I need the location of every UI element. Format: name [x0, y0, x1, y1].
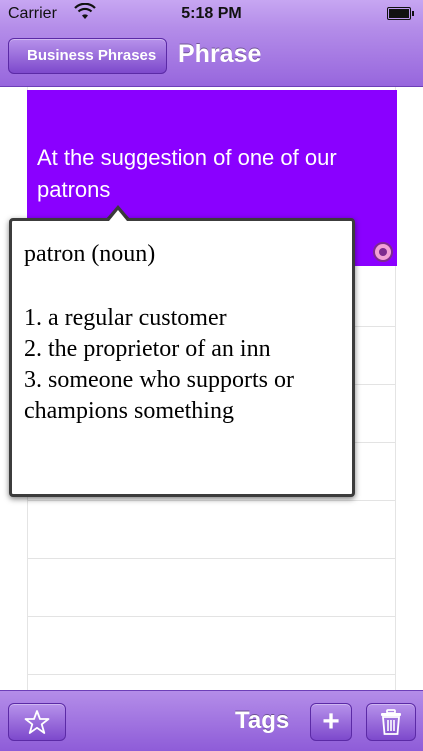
- trash-icon: [380, 709, 402, 735]
- bottom-toolbar: Tags +: [0, 690, 423, 751]
- definition-item: 1. a regular customer: [24, 305, 227, 331]
- row-divider: [28, 500, 395, 501]
- row-divider: [28, 558, 395, 559]
- navigation-bar: Business Phrases Phrase: [0, 28, 423, 87]
- delete-button[interactable]: [366, 703, 416, 741]
- phrase-text[interactable]: At the suggestion of one of our patrons: [37, 142, 377, 206]
- row-divider: [28, 616, 395, 617]
- row-divider: [28, 674, 395, 675]
- sound-icon[interactable]: [373, 242, 393, 262]
- definition-popup: patron (noun) 1. a regular customer 2. t…: [9, 218, 355, 497]
- back-button-label: Business Phrases: [27, 47, 157, 64]
- back-button[interactable]: Business Phrases: [8, 38, 168, 74]
- favorite-button[interactable]: [8, 703, 66, 741]
- star-icon: [24, 709, 50, 735]
- battery-icon: [387, 7, 414, 20]
- popup-pointer-fill: [109, 210, 127, 221]
- definition-list: 1. a regular customer 2. the proprietor …: [24, 303, 344, 427]
- add-tag-button[interactable]: +: [310, 703, 352, 741]
- tags-label[interactable]: Tags: [235, 707, 289, 735]
- page-title: Phrase: [178, 40, 262, 68]
- status-time: 5:18 PM: [181, 5, 242, 22]
- status-bar: Carrier 5:18 PM: [0, 0, 423, 28]
- definition-item: 2. the proprietor of an inn: [24, 336, 271, 362]
- definition-word: patron (noun): [24, 241, 156, 267]
- definition-item: 3. someone who supports or champions som…: [24, 367, 294, 424]
